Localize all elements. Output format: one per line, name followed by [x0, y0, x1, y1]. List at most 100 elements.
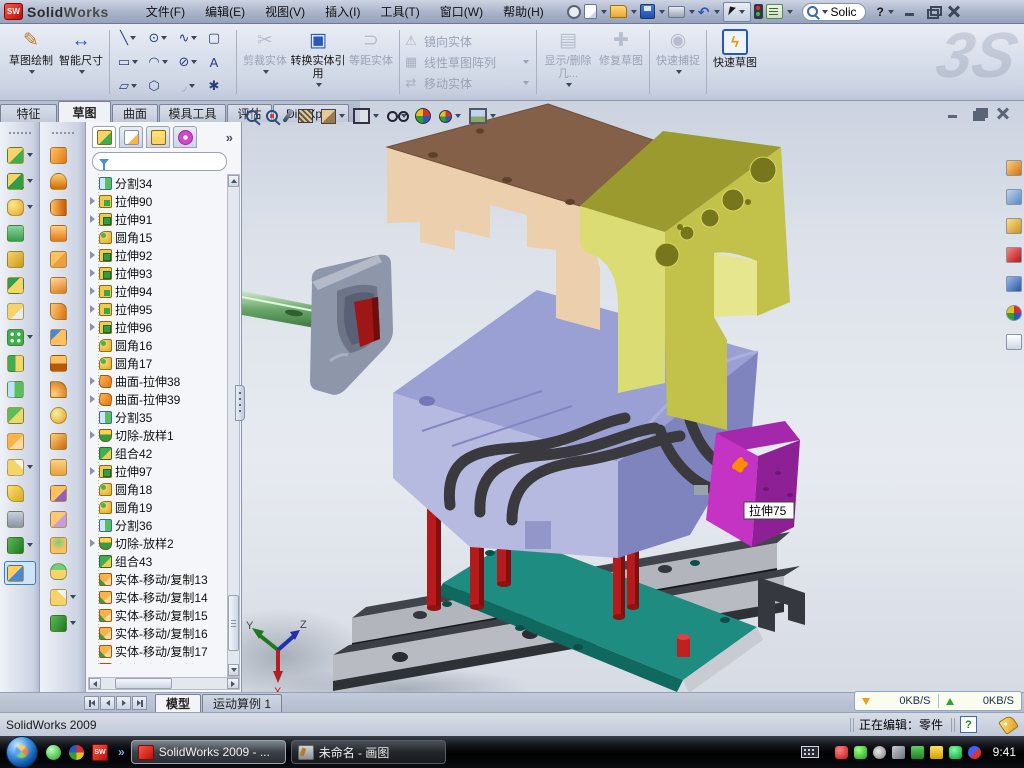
task-button[interactable]: SolidWorks 2009 - ...: [131, 740, 286, 764]
tree-item[interactable]: 实体-移动/复制15: [88, 606, 228, 624]
feature-tool-button[interactable]: [7, 354, 33, 372]
surface-tool-button[interactable]: [50, 562, 76, 580]
tree-item[interactable]: 分割35: [88, 408, 228, 426]
tree-item[interactable]: 实体-移动/复制17: [88, 642, 228, 660]
tree-item[interactable]: 拉伸97: [88, 462, 228, 480]
open-file-icon[interactable]: [610, 5, 627, 18]
doc-close-button[interactable]: [997, 108, 1010, 119]
sketch-entity-button[interactable]: ▭: [113, 50, 143, 74]
surface-tool-button[interactable]: [50, 536, 76, 554]
prev-tab-button[interactable]: [100, 696, 115, 710]
repair-sketch-button[interactable]: ✚ 修复草图: [596, 26, 646, 98]
trim-entities-button[interactable]: ✂ 剪裁实体: [240, 26, 290, 98]
task-pane-home-icon[interactable]: [1006, 160, 1022, 176]
feature-tool-button[interactable]: [5, 562, 35, 584]
tree-filter[interactable]: [92, 152, 227, 171]
surface-tool-button[interactable]: [50, 146, 76, 164]
tree-horizontal-scrollbar[interactable]: [88, 677, 240, 690]
surface-tool-button[interactable]: [50, 432, 76, 450]
model-tab[interactable]: 模型: [155, 694, 201, 712]
zoom-fit-icon[interactable]: [246, 110, 258, 122]
sketch-draw-button[interactable]: ✎ 草图绘制: [6, 26, 56, 98]
tree-item[interactable]: 分割36: [88, 516, 228, 534]
quick-launch-chevron[interactable]: »: [118, 745, 125, 759]
keyboard-layout-icon[interactable]: [801, 746, 819, 758]
task-pane-explorer-icon[interactable]: [1006, 247, 1022, 263]
tree-item[interactable]: 圆角15: [88, 228, 228, 246]
sketch-entity-button[interactable]: ▱: [113, 74, 143, 98]
entity-dropdown-icon[interactable]: [162, 60, 168, 64]
surface-tool-button[interactable]: [50, 276, 76, 294]
tray-icon[interactable]: [873, 746, 886, 759]
surface-tool-button[interactable]: [50, 588, 76, 606]
expand-arrow-icon[interactable]: [90, 215, 95, 223]
expand-arrow-icon[interactable]: [90, 269, 95, 277]
search-input[interactable]: Solic: [831, 5, 857, 19]
tree-item[interactable]: 组合42: [88, 444, 228, 462]
task-pane-resources-icon[interactable]: [1006, 189, 1022, 205]
smart-dimension-dropdown-icon[interactable]: [79, 70, 85, 74]
apply-scene-icon[interactable]: [439, 110, 461, 123]
display-delete-relations-button[interactable]: ▤ 显示/删除几...: [540, 26, 596, 98]
expand-arrow-icon[interactable]: [90, 251, 95, 259]
feature-manager-tab[interactable]: [92, 126, 116, 148]
open-dropdown-icon[interactable]: [631, 10, 637, 14]
tree-item[interactable]: 曲面-拉伸38: [88, 372, 228, 390]
tray-icon[interactable]: [835, 746, 848, 759]
surface-tool-button[interactable]: [50, 354, 76, 372]
tree-item[interactable]: 拉伸91: [88, 210, 228, 228]
property-manager-tab[interactable]: [119, 126, 143, 148]
command-tab[interactable]: 曲面: [112, 104, 158, 122]
menu-item[interactable]: 文件(F): [137, 0, 194, 23]
task-pane-library-icon[interactable]: [1006, 218, 1022, 234]
feature-tool-button[interactable]: [7, 302, 33, 320]
expand-arrow-icon[interactable]: [90, 197, 95, 205]
first-tab-button[interactable]: [84, 696, 99, 710]
search-box[interactable]: Solic: [802, 3, 866, 21]
rapid-sketch-button[interactable]: ϟ 快速草图: [710, 26, 760, 98]
surface-tool-button[interactable]: [50, 458, 76, 476]
model-ejector-stub[interactable]: [694, 485, 708, 495]
dimxpert-manager-tab[interactable]: [173, 126, 197, 148]
feature-tool-button[interactable]: [7, 510, 33, 528]
expand-arrow-icon[interactable]: [90, 467, 95, 475]
display-delete-dropdown-icon[interactable]: [566, 83, 572, 87]
new-file-icon[interactable]: [584, 4, 597, 19]
taskbar-clock[interactable]: 9:41: [993, 745, 1016, 759]
sketch-entity-button[interactable]: ⬡: [143, 74, 173, 98]
menu-item[interactable]: 插入(I): [316, 0, 369, 23]
pin-icon[interactable]: [567, 5, 581, 19]
sketch-entity-button[interactable]: ⊙: [143, 26, 173, 50]
new-dropdown-icon[interactable]: [601, 10, 607, 14]
surface-tool-button[interactable]: [50, 380, 76, 398]
tray-icon[interactable]: [930, 746, 943, 759]
tree-item[interactable]: 切除-放样1: [88, 426, 228, 444]
model-tab[interactable]: 运动算例 1: [202, 694, 282, 712]
menu-item[interactable]: 视图(V): [256, 0, 314, 23]
print-dropdown-icon[interactable]: [689, 10, 695, 14]
tree-item[interactable]: 圆角17: [88, 354, 228, 372]
task-pane-documents-icon[interactable]: [1006, 334, 1022, 350]
quick-launch-solidworks-icon[interactable]: SW: [92, 744, 108, 761]
feature-tool-button[interactable]: [7, 536, 33, 554]
tree-item[interactable]: 圆角16: [88, 336, 228, 354]
quick-launch-media-icon[interactable]: [69, 745, 84, 760]
tool-dropdown-icon[interactable]: [27, 543, 33, 547]
graphics-viewport[interactable]: 拉伸75 Y Z X: [242, 101, 1024, 694]
surface-tool-button[interactable]: [50, 172, 76, 190]
smart-dimension-button[interactable]: ↔ 智能尺寸: [56, 26, 106, 98]
task-pane-web-icon[interactable]: [1006, 305, 1022, 321]
feature-tool-button[interactable]: [7, 250, 33, 268]
surface-tool-button[interactable]: [50, 328, 76, 346]
entity-dropdown-icon[interactable]: [191, 60, 197, 64]
model-gray-clamp[interactable]: [310, 255, 393, 395]
feature-tool-button[interactable]: [7, 458, 33, 476]
offset-entities-button[interactable]: ⊃ 等距实体: [346, 26, 396, 98]
expand-panel-chevron[interactable]: »: [226, 130, 237, 145]
help-dropdown-icon[interactable]: [888, 10, 894, 14]
entity-dropdown-icon[interactable]: [132, 60, 138, 64]
last-tab-button[interactable]: [132, 696, 147, 710]
convert-entities-button[interactable]: ▣ 转换实体引用: [290, 26, 346, 98]
tree-item[interactable]: 拉伸90: [88, 192, 228, 210]
options-checklist-icon[interactable]: [766, 4, 783, 19]
